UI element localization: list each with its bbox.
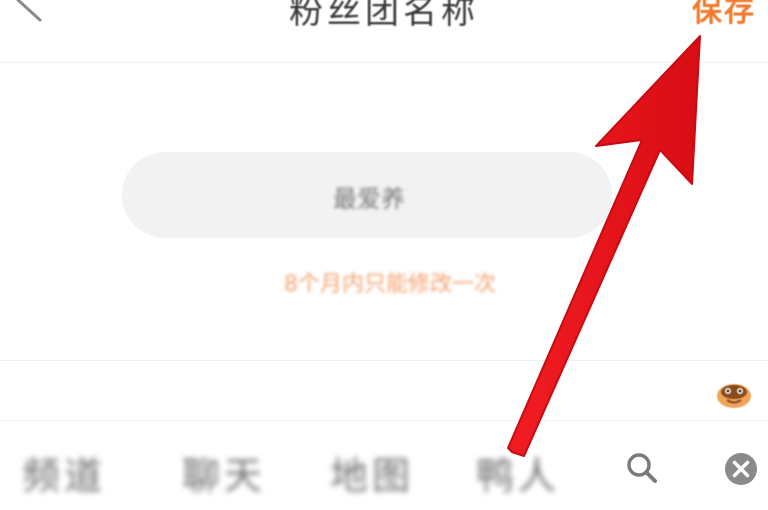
save-button[interactable]: 保存	[692, 0, 756, 30]
fan-group-name-input[interactable]	[122, 152, 616, 240]
tab-chat[interactable]: 聊天	[182, 445, 266, 500]
emoji-icon[interactable]	[714, 378, 754, 410]
screen: 粉丝团名称 保存 8个月内只能修改一次 频道 聊天 地图 鸭人	[0, 0, 768, 510]
search-icon[interactable]	[622, 448, 662, 488]
nav-bar: 粉丝团名称 保存	[0, 0, 768, 63]
page-title: 粉丝团名称	[289, 0, 479, 32]
hint-text: 8个月内只能修改一次	[284, 272, 496, 297]
divider	[0, 360, 768, 361]
clear-circle-icon[interactable]	[722, 450, 760, 488]
tab-channel[interactable]: 频道	[22, 445, 106, 500]
name-input-container	[122, 152, 616, 240]
tab-people[interactable]: 鸭人	[476, 445, 560, 500]
tab-map[interactable]: 地图	[330, 445, 414, 500]
